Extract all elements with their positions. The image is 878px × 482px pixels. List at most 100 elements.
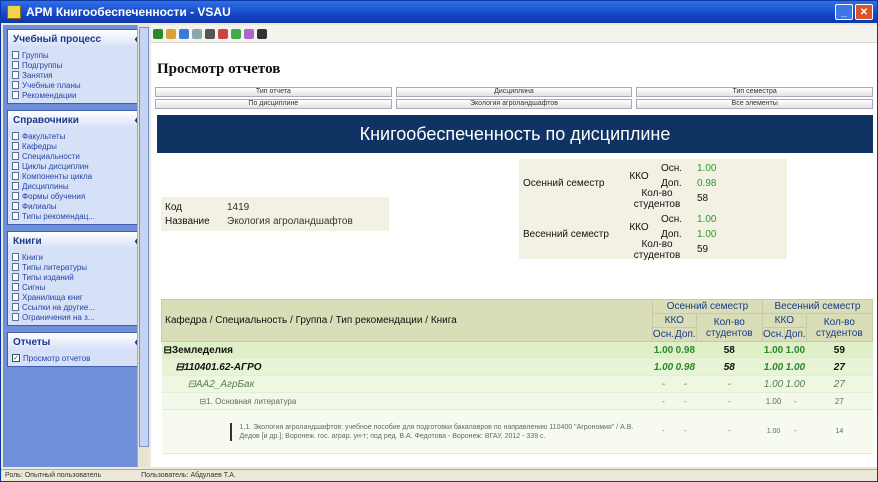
sidebar-item[interactable]: Факультеты — [12, 131, 140, 141]
back-icon[interactable] — [153, 28, 163, 39]
value-cell: - — [652, 375, 675, 393]
export-icon[interactable] — [244, 28, 254, 39]
panel-header[interactable]: Справочники♦ — [8, 111, 144, 129]
sidebar-item[interactable]: Группы — [12, 50, 140, 60]
sidebar-item[interactable]: Рекомендации — [12, 90, 140, 100]
sidebar-item[interactable]: Типы литературы — [12, 262, 140, 272]
value-cell: 27 — [806, 375, 873, 393]
sidebar-item[interactable]: Учебные планы — [12, 80, 140, 90]
document-icon — [12, 212, 19, 220]
sidebar-item-label: Филиалы — [22, 201, 57, 211]
close-button[interactable]: ✕ — [855, 4, 873, 20]
sidebar-item[interactable]: Дисциплины — [12, 181, 140, 191]
delete-icon[interactable] — [218, 28, 228, 39]
sidebar-item[interactable]: Филиалы — [12, 201, 140, 211]
filter-icon[interactable] — [205, 28, 215, 39]
sidebar-item-label: Хранилища книг — [22, 292, 83, 302]
document-icon — [12, 152, 19, 160]
tab-report-type[interactable]: Тип отчета — [155, 87, 392, 97]
minimize-button[interactable]: _ — [835, 4, 853, 20]
value-cell: 1.00 — [784, 358, 807, 376]
document-icon — [12, 192, 19, 200]
tab-discipline[interactable]: Дисциплина — [395, 87, 633, 97]
osn-label: Осн. — [661, 214, 683, 225]
table-row[interactable]: ⊟110401.62-АГРО 1.00 0.98 58 1.00 1.00 27 — [161, 358, 873, 376]
table-row[interactable]: ⊟1. Основная литература - - -1.00-27 — [161, 392, 873, 410]
scrollbar-thumb[interactable] — [139, 27, 149, 447]
value-cell: - — [652, 409, 675, 454]
sidebar-item[interactable]: Компоненты цикла — [12, 171, 140, 181]
value-cell: - — [696, 409, 763, 454]
settings-icon[interactable] — [257, 28, 267, 39]
app-window: АРМ Книгообеспеченности - VSAU _ ✕ Учебн… — [0, 0, 878, 482]
refresh-icon[interactable] — [166, 28, 176, 39]
sidebar-item[interactable]: Типы рекомендац... — [12, 211, 140, 221]
document-icon — [12, 142, 19, 150]
kko-label: ККО — [629, 170, 649, 182]
sidebar-item[interactable]: Формы обучения — [12, 191, 140, 201]
panel-title: Книги — [13, 235, 42, 247]
sidebar-item[interactable]: Циклы дисциплин — [12, 161, 140, 171]
add-icon[interactable] — [231, 28, 241, 39]
sidebar-panel: Учебный процесс♦ ГруппыПодгруппыЗанятияУч… — [7, 29, 145, 104]
print-icon[interactable] — [192, 28, 202, 39]
table-row[interactable]: 1.1. Экология агроландшафтов: учебное по… — [161, 409, 873, 454]
tab-discipline-value[interactable]: Экология агроландшафтов — [395, 99, 633, 109]
sidebar-item-label: Учебные планы — [22, 80, 81, 90]
discipline-info: Код 1419 Название Экология агроландшафтов — [161, 197, 389, 231]
status-bar: Роль: Опытный пользователь Пользователь:… — [1, 469, 877, 481]
sidebar-item[interactable]: Хранилища книг — [12, 292, 140, 302]
name-label: Название — [165, 215, 210, 227]
panel-header[interactable]: Книги♦ — [8, 232, 144, 250]
tab-by-discipline[interactable]: По дисциплине — [155, 99, 392, 109]
sidebar-item[interactable]: Типы изданий — [12, 272, 140, 282]
sidebar-item[interactable]: Кафедры — [12, 141, 140, 151]
sidebar-item-label: Компоненты цикла — [22, 171, 93, 181]
document-icon — [12, 182, 19, 190]
kod-value: 1419 — [227, 201, 250, 213]
osn-label: Осн. — [661, 163, 683, 174]
col-spring-header: Весенний семестр — [761, 299, 874, 314]
document-icon — [12, 253, 19, 261]
document-icon — [12, 91, 19, 99]
sidebar-item-label: Ограничения на з... — [22, 312, 95, 322]
sidebar-item-label: Просмотр отчетов — [23, 353, 91, 363]
table-row[interactable]: ⊟Земледелия 1.00 0.98 58 1.00 1.00 59 — [161, 341, 873, 359]
sidebar-item[interactable]: Сигны — [12, 282, 140, 292]
value-cell: - — [674, 392, 697, 410]
page-title: Просмотр отчетов — [157, 61, 281, 77]
panel-body: Книги Типы литературы Типы изданий Сигны Хра… — [8, 250, 144, 325]
sidebar-panel: Отчеты♦ ✓Просмотр отчетов — [7, 332, 145, 367]
sidebar-item[interactable]: Занятия — [12, 70, 140, 80]
value-cell: 27 — [806, 358, 873, 376]
report-table-wrap: Кафедра / Специальность / Группа / Тип р… — [161, 299, 874, 454]
sidebar-item-label: Книги — [22, 252, 43, 262]
sidebar-panel: Справочники♦ ФакультетыКафедрыСпециальнос… — [7, 110, 145, 225]
tab-semester-type[interactable]: Тип семестра — [636, 87, 873, 97]
row-name: ⊟110401.62-АГРО — [175, 361, 262, 373]
window-title: АРМ Книгообеспеченности - VSAU — [26, 5, 231, 19]
row-name: ⊟Земледелия — [163, 344, 234, 356]
col-autumn-header: Осенний семестр — [651, 299, 763, 314]
save-icon[interactable] — [179, 28, 189, 39]
sidebar-item[interactable]: Ссылки на другие... — [12, 302, 140, 312]
row-name: ⊟АА2_АгрБак — [187, 378, 255, 390]
panel-header[interactable]: Отчеты♦ — [8, 333, 144, 351]
sidebar-item[interactable]: Специальности — [12, 151, 140, 161]
sidebar-item[interactable]: Книги — [12, 252, 140, 262]
tab-all-elements[interactable]: Все элементы — [636, 99, 873, 109]
table-row[interactable]: ⊟АА2_АгрБак - - -1.00 1.00 27 — [161, 375, 873, 393]
app-icon — [7, 5, 21, 19]
report-info: Код 1419 Название Экология агроландшафтов … — [151, 153, 877, 271]
window-controls: _ ✕ — [835, 4, 873, 20]
sidebar-panel: Книги♦КнигиТипы литературыТипы изданийСи… — [7, 231, 145, 326]
sidebar-scrollbar[interactable] — [137, 25, 149, 467]
panel-header[interactable]: Учебный процесс♦ — [8, 30, 144, 48]
value-cell: - — [696, 392, 763, 410]
sidebar-item[interactable]: Ограничения на з... — [12, 312, 140, 322]
sidebar-item[interactable]: Подгруппы — [12, 60, 140, 70]
sidebar-item[interactable]: ✓ Просмотр отчетов — [12, 353, 140, 363]
status-role: Роль: Опытный пользователь — [5, 472, 102, 479]
value-cell: - — [784, 392, 807, 410]
document-icon — [12, 273, 19, 281]
